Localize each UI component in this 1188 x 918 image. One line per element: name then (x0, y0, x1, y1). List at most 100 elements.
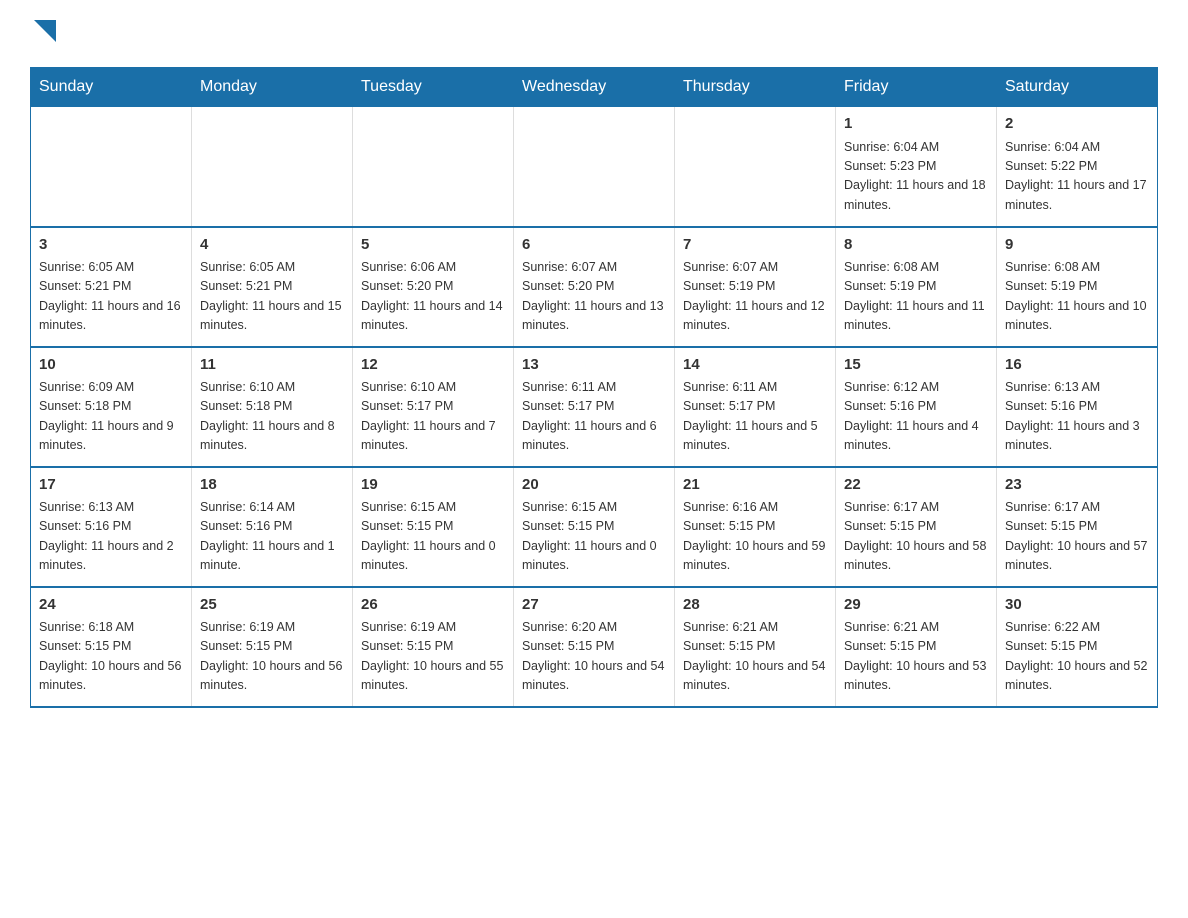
day-info: Sunrise: 6:05 AM Sunset: 5:21 PM Dayligh… (39, 258, 183, 336)
day-info: Sunrise: 6:20 AM Sunset: 5:15 PM Dayligh… (522, 618, 666, 696)
calendar-cell: 26Sunrise: 6:19 AM Sunset: 5:15 PM Dayli… (353, 587, 514, 707)
day-info: Sunrise: 6:17 AM Sunset: 5:15 PM Dayligh… (844, 498, 988, 576)
day-number: 20 (522, 474, 666, 497)
calendar-cell: 12Sunrise: 6:10 AM Sunset: 5:17 PM Dayli… (353, 347, 514, 467)
day-number: 25 (200, 594, 344, 617)
calendar-cell: 4Sunrise: 6:05 AM Sunset: 5:21 PM Daylig… (192, 227, 353, 347)
calendar-cell: 18Sunrise: 6:14 AM Sunset: 5:16 PM Dayli… (192, 467, 353, 587)
day-info: Sunrise: 6:07 AM Sunset: 5:20 PM Dayligh… (522, 258, 666, 336)
calendar-cell: 20Sunrise: 6:15 AM Sunset: 5:15 PM Dayli… (514, 467, 675, 587)
day-info: Sunrise: 6:07 AM Sunset: 5:19 PM Dayligh… (683, 258, 827, 336)
day-number: 13 (522, 354, 666, 377)
calendar-cell (31, 107, 192, 227)
calendar-cell: 24Sunrise: 6:18 AM Sunset: 5:15 PM Dayli… (31, 587, 192, 707)
day-number: 11 (200, 354, 344, 377)
calendar-cell: 14Sunrise: 6:11 AM Sunset: 5:17 PM Dayli… (675, 347, 836, 467)
day-number: 29 (844, 594, 988, 617)
day-info: Sunrise: 6:08 AM Sunset: 5:19 PM Dayligh… (1005, 258, 1149, 336)
day-number: 8 (844, 234, 988, 257)
calendar-cell: 3Sunrise: 6:05 AM Sunset: 5:21 PM Daylig… (31, 227, 192, 347)
day-info: Sunrise: 6:05 AM Sunset: 5:21 PM Dayligh… (200, 258, 344, 336)
day-number: 14 (683, 354, 827, 377)
calendar-cell: 7Sunrise: 6:07 AM Sunset: 5:19 PM Daylig… (675, 227, 836, 347)
weekday-header-wednesday: Wednesday (514, 68, 675, 107)
day-info: Sunrise: 6:22 AM Sunset: 5:15 PM Dayligh… (1005, 618, 1149, 696)
day-info: Sunrise: 6:19 AM Sunset: 5:15 PM Dayligh… (200, 618, 344, 696)
day-number: 17 (39, 474, 183, 497)
day-info: Sunrise: 6:06 AM Sunset: 5:20 PM Dayligh… (361, 258, 505, 336)
calendar-cell: 23Sunrise: 6:17 AM Sunset: 5:15 PM Dayli… (997, 467, 1158, 587)
day-info: Sunrise: 6:10 AM Sunset: 5:18 PM Dayligh… (200, 378, 344, 456)
day-number: 27 (522, 594, 666, 617)
calendar-cell: 17Sunrise: 6:13 AM Sunset: 5:16 PM Dayli… (31, 467, 192, 587)
day-info: Sunrise: 6:10 AM Sunset: 5:17 PM Dayligh… (361, 378, 505, 456)
day-number: 21 (683, 474, 827, 497)
day-number: 26 (361, 594, 505, 617)
calendar-cell: 16Sunrise: 6:13 AM Sunset: 5:16 PM Dayli… (997, 347, 1158, 467)
day-number: 15 (844, 354, 988, 377)
day-info: Sunrise: 6:18 AM Sunset: 5:15 PM Dayligh… (39, 618, 183, 696)
weekday-header-tuesday: Tuesday (353, 68, 514, 107)
calendar-cell: 21Sunrise: 6:16 AM Sunset: 5:15 PM Dayli… (675, 467, 836, 587)
day-info: Sunrise: 6:13 AM Sunset: 5:16 PM Dayligh… (39, 498, 183, 576)
day-number: 3 (39, 234, 183, 257)
day-number: 23 (1005, 474, 1149, 497)
calendar-cell: 19Sunrise: 6:15 AM Sunset: 5:15 PM Dayli… (353, 467, 514, 587)
day-number: 2 (1005, 113, 1149, 136)
calendar-cell (353, 107, 514, 227)
logo-triangle-icon (34, 20, 56, 42)
day-info: Sunrise: 6:19 AM Sunset: 5:15 PM Dayligh… (361, 618, 505, 696)
day-info: Sunrise: 6:12 AM Sunset: 5:16 PM Dayligh… (844, 378, 988, 456)
day-info: Sunrise: 6:15 AM Sunset: 5:15 PM Dayligh… (522, 498, 666, 576)
day-number: 1 (844, 113, 988, 136)
calendar-week-4: 17Sunrise: 6:13 AM Sunset: 5:16 PM Dayli… (31, 467, 1158, 587)
day-info: Sunrise: 6:17 AM Sunset: 5:15 PM Dayligh… (1005, 498, 1149, 576)
calendar-week-5: 24Sunrise: 6:18 AM Sunset: 5:15 PM Dayli… (31, 587, 1158, 707)
day-number: 30 (1005, 594, 1149, 617)
calendar-week-1: 1Sunrise: 6:04 AM Sunset: 5:23 PM Daylig… (31, 107, 1158, 227)
calendar-cell: 11Sunrise: 6:10 AM Sunset: 5:18 PM Dayli… (192, 347, 353, 467)
calendar-week-2: 3Sunrise: 6:05 AM Sunset: 5:21 PM Daylig… (31, 227, 1158, 347)
calendar-cell: 5Sunrise: 6:06 AM Sunset: 5:20 PM Daylig… (353, 227, 514, 347)
calendar-cell: 1Sunrise: 6:04 AM Sunset: 5:23 PM Daylig… (836, 107, 997, 227)
calendar-cell (514, 107, 675, 227)
weekday-header-saturday: Saturday (997, 68, 1158, 107)
calendar-table: SundayMondayTuesdayWednesdayThursdayFrid… (30, 67, 1158, 708)
calendar-cell: 9Sunrise: 6:08 AM Sunset: 5:19 PM Daylig… (997, 227, 1158, 347)
weekday-header-thursday: Thursday (675, 68, 836, 107)
day-info: Sunrise: 6:09 AM Sunset: 5:18 PM Dayligh… (39, 378, 183, 456)
calendar-cell: 29Sunrise: 6:21 AM Sunset: 5:15 PM Dayli… (836, 587, 997, 707)
day-number: 10 (39, 354, 183, 377)
day-number: 12 (361, 354, 505, 377)
day-info: Sunrise: 6:11 AM Sunset: 5:17 PM Dayligh… (683, 378, 827, 456)
day-info: Sunrise: 6:21 AM Sunset: 5:15 PM Dayligh… (683, 618, 827, 696)
day-info: Sunrise: 6:04 AM Sunset: 5:22 PM Dayligh… (1005, 138, 1149, 216)
weekday-header-monday: Monday (192, 68, 353, 107)
calendar-cell: 28Sunrise: 6:21 AM Sunset: 5:15 PM Dayli… (675, 587, 836, 707)
day-number: 18 (200, 474, 344, 497)
day-number: 4 (200, 234, 344, 257)
weekday-header-friday: Friday (836, 68, 997, 107)
day-number: 7 (683, 234, 827, 257)
logo (30, 20, 56, 47)
page-header (30, 20, 1158, 47)
calendar-cell: 6Sunrise: 6:07 AM Sunset: 5:20 PM Daylig… (514, 227, 675, 347)
day-info: Sunrise: 6:08 AM Sunset: 5:19 PM Dayligh… (844, 258, 988, 336)
calendar-cell: 13Sunrise: 6:11 AM Sunset: 5:17 PM Dayli… (514, 347, 675, 467)
calendar-cell: 30Sunrise: 6:22 AM Sunset: 5:15 PM Dayli… (997, 587, 1158, 707)
calendar-cell: 8Sunrise: 6:08 AM Sunset: 5:19 PM Daylig… (836, 227, 997, 347)
day-info: Sunrise: 6:11 AM Sunset: 5:17 PM Dayligh… (522, 378, 666, 456)
day-number: 19 (361, 474, 505, 497)
calendar-cell: 27Sunrise: 6:20 AM Sunset: 5:15 PM Dayli… (514, 587, 675, 707)
calendar-cell: 2Sunrise: 6:04 AM Sunset: 5:22 PM Daylig… (997, 107, 1158, 227)
day-info: Sunrise: 6:13 AM Sunset: 5:16 PM Dayligh… (1005, 378, 1149, 456)
day-number: 16 (1005, 354, 1149, 377)
day-info: Sunrise: 6:04 AM Sunset: 5:23 PM Dayligh… (844, 138, 988, 216)
day-number: 22 (844, 474, 988, 497)
day-info: Sunrise: 6:16 AM Sunset: 5:15 PM Dayligh… (683, 498, 827, 576)
day-info: Sunrise: 6:15 AM Sunset: 5:15 PM Dayligh… (361, 498, 505, 576)
day-number: 9 (1005, 234, 1149, 257)
calendar-cell (192, 107, 353, 227)
day-number: 24 (39, 594, 183, 617)
day-number: 5 (361, 234, 505, 257)
